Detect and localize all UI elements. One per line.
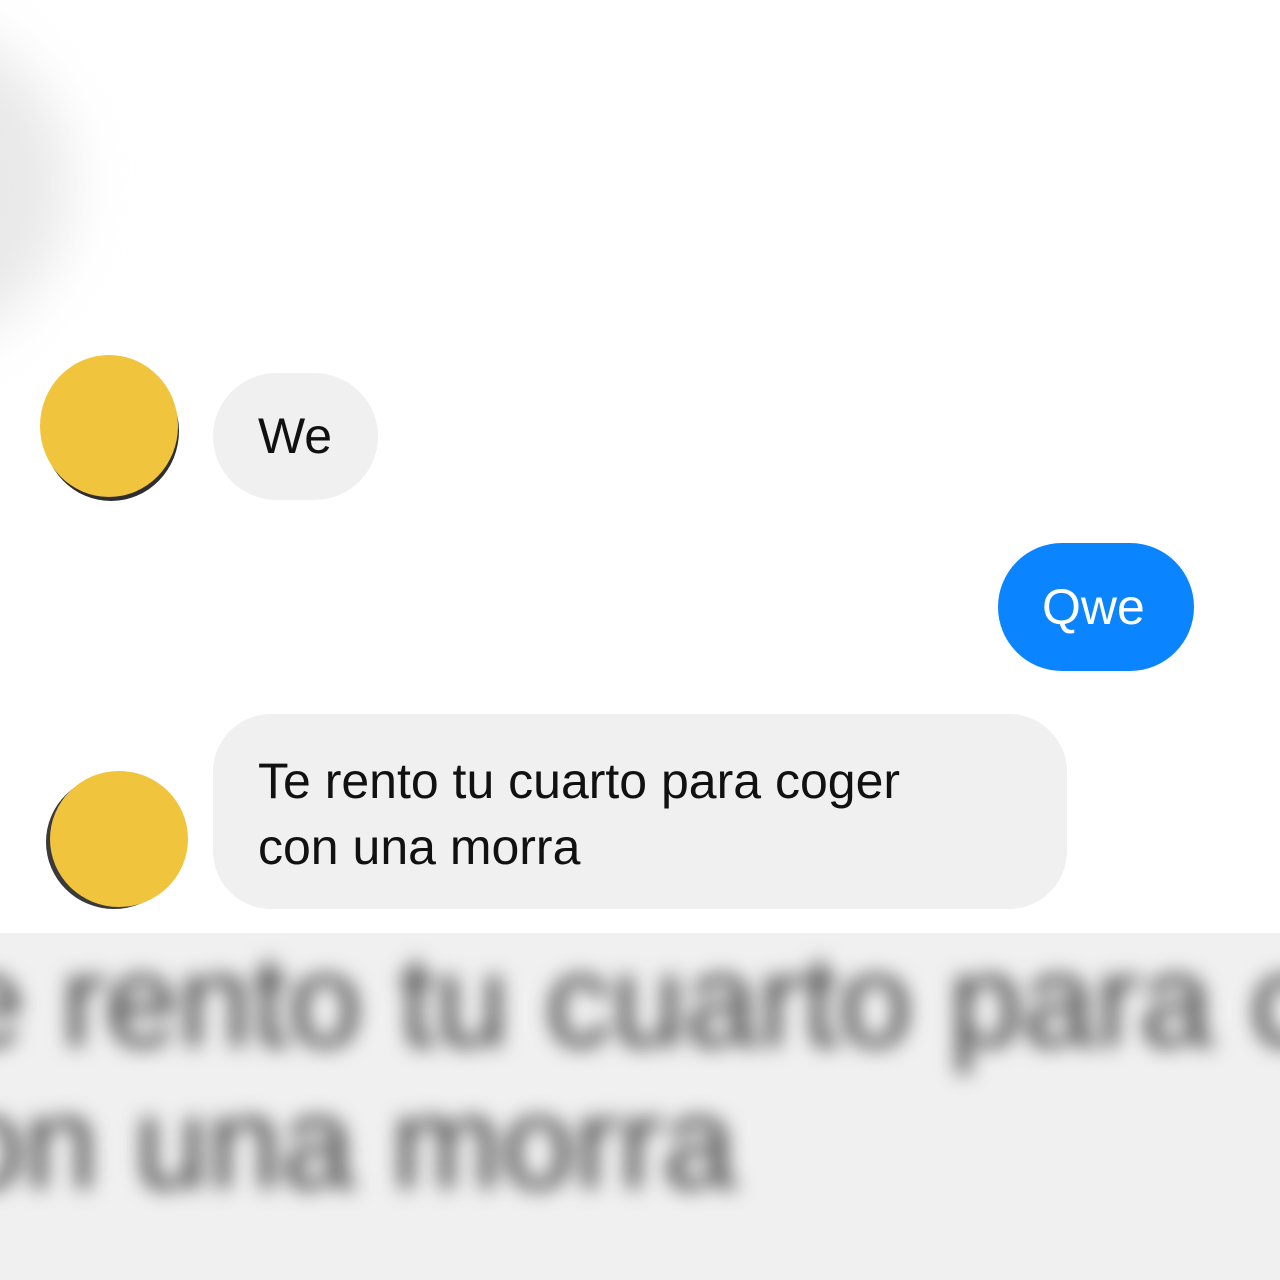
contact-avatar[interactable] xyxy=(40,355,178,497)
message-text: Qwe xyxy=(1042,579,1145,635)
contact-avatar[interactable] xyxy=(50,771,188,907)
outgoing-message-bubble[interactable]: Qwe xyxy=(998,543,1194,671)
blurred-text-line: Te rento tu cuarto para coger xyxy=(0,927,1280,1074)
blurred-message-text: Te rento tu cuarto para coger con una mo… xyxy=(0,930,1280,1214)
blurred-background-shape xyxy=(0,20,70,350)
chat-screenshot: We Qwe Te rento tu cuarto para coger con… xyxy=(0,0,1280,1280)
incoming-message-bubble[interactable]: Te rento tu cuarto para coger con una mo… xyxy=(213,714,1067,909)
blurred-text-line: con una morra xyxy=(0,1069,737,1216)
incoming-message-bubble[interactable]: We xyxy=(213,373,378,500)
blurred-zoom-overlay: Te rento tu cuarto para coger con una mo… xyxy=(0,925,1280,1280)
message-text-line: Te rento tu cuarto para coger xyxy=(258,753,901,809)
message-text-line: con una morra xyxy=(258,819,581,875)
message-text: We xyxy=(258,408,333,464)
